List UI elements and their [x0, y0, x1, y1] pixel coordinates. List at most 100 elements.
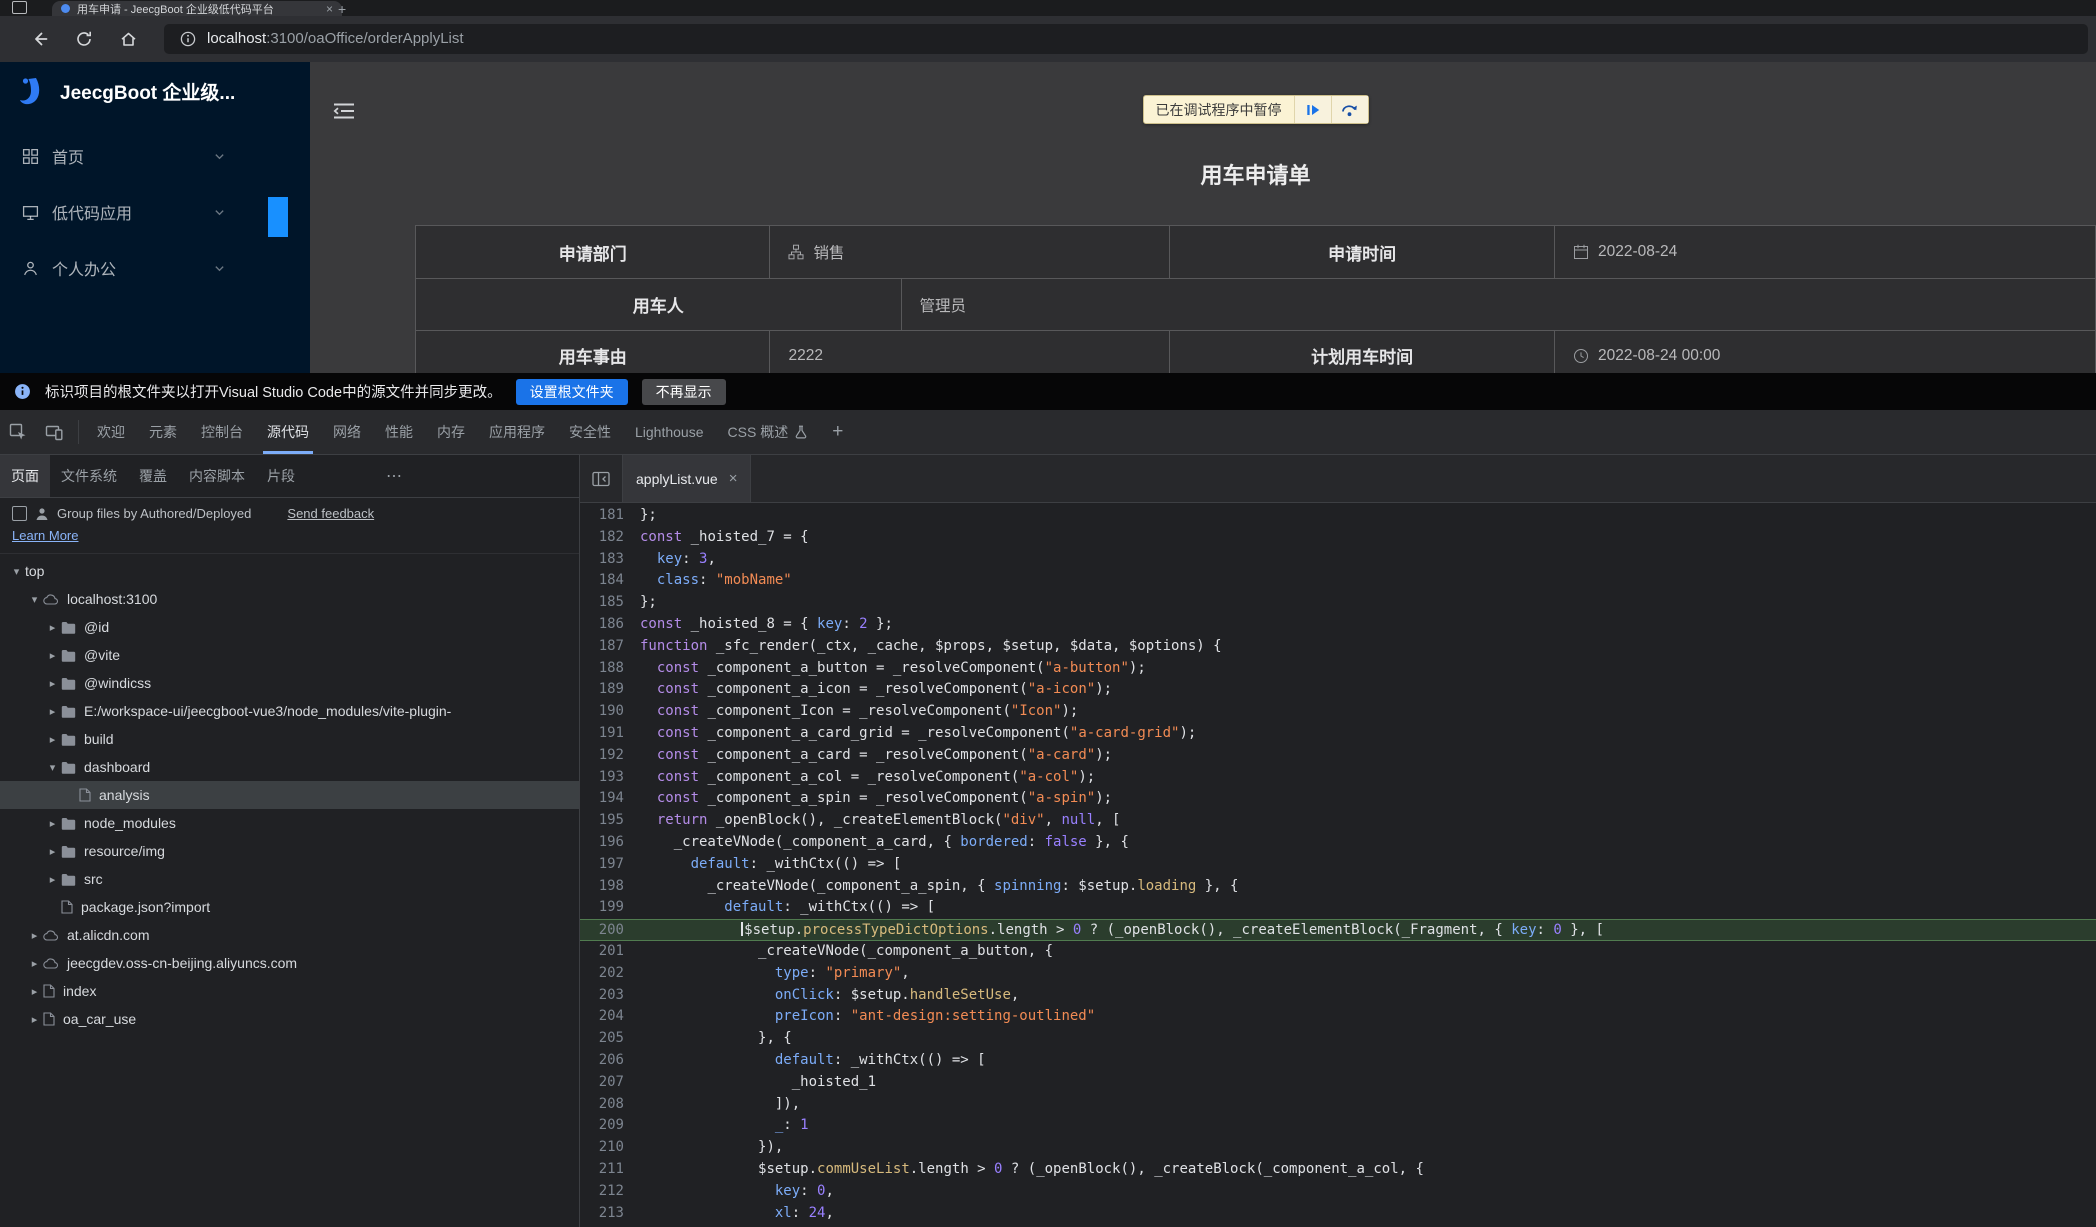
close-icon[interactable]: × — [729, 470, 738, 487]
home-icon[interactable] — [106, 22, 150, 56]
tree-item[interactable]: ▸ E:/workspace-ui/jeecgboot-vue3/node_mod… — [0, 697, 579, 725]
tree-item[interactable]: package.json?import — [0, 893, 579, 921]
code-line[interactable]: 205 }, { — [580, 1028, 2096, 1050]
code-line[interactable]: 194 const _component_a_spin = _resolveCo… — [580, 788, 2096, 810]
code-line[interactable]: 212 key: 0, — [580, 1181, 2096, 1203]
new-tab-button[interactable]: + — [338, 2, 346, 16]
more-tools-button[interactable]: + — [820, 421, 855, 443]
code-line[interactable]: 196 _createVNode(_component_a_card, { bo… — [580, 832, 2096, 854]
code-line[interactable]: 183 key: 3, — [580, 549, 2096, 571]
tree-item[interactable]: ▸ resource/img — [0, 837, 579, 865]
expander-icon[interactable]: ▸ — [26, 957, 43, 970]
form-value-cell[interactable]: 管理员 — [901, 279, 2096, 331]
expander-icon[interactable]: ▸ — [26, 929, 43, 942]
code-line[interactable]: 185}; — [580, 592, 2096, 614]
code-line[interactable]: 193 const _component_a_col = _resolveCom… — [580, 767, 2096, 789]
code-line[interactable]: 181}; — [580, 505, 2096, 527]
code-line[interactable]: 204 preIcon: "ant-design:setting-outline… — [580, 1006, 2096, 1028]
browser-menu-icon[interactable] — [12, 1, 27, 14]
sidebar-item-personal-office[interactable]: 个人办公 — [0, 244, 310, 292]
expander-icon[interactable]: ▾ — [44, 761, 61, 774]
tree-item[interactable]: ▸ @id — [0, 613, 579, 641]
code-line[interactable]: 208 ]), — [580, 1094, 2096, 1116]
devtools-tab-css-overview[interactable]: CSS 概述 — [716, 410, 821, 454]
devtools-tab-security[interactable]: 安全性 — [557, 410, 623, 454]
code-line[interactable]: 203 onClick: $setup.handleSetUse, — [580, 985, 2096, 1007]
code-line[interactable]: 213 xl: 24, — [580, 1203, 2096, 1225]
expander-icon[interactable]: ▸ — [44, 705, 61, 718]
site-info-icon[interactable] — [180, 31, 196, 47]
code-line[interactable]: 188 const _component_a_button = _resolve… — [580, 658, 2096, 680]
inspect-element-icon[interactable] — [0, 423, 36, 441]
code-editor[interactable]: 181}; 182 const _hoisted_7 = {183 key: 3, 1… — [580, 503, 2096, 1227]
code-line[interactable]: 206 default: _withCtx(() => [ — [580, 1050, 2096, 1072]
expander-icon[interactable]: ▸ — [44, 621, 61, 634]
learn-more-link[interactable]: Learn More — [12, 528, 78, 543]
tree-item[interactable]: ▸ at.alicdn.com — [0, 921, 579, 949]
code-line[interactable]: 209 _: 1 — [580, 1115, 2096, 1137]
code-line[interactable]: 201 _createVNode(_component_a_button, { — [580, 941, 2096, 963]
devtools-tab-network[interactable]: 网络 — [321, 410, 373, 454]
navigator-tab-filesystem[interactable]: 文件系统 — [50, 455, 128, 497]
sidebar-item-lowcode[interactable]: 低代码应用 — [0, 188, 310, 236]
menu-unfold-icon[interactable] — [332, 100, 356, 127]
expander-icon[interactable]: ▸ — [44, 733, 61, 746]
code-line[interactable]: 189 const _component_a_icon = _resolveCo… — [580, 679, 2096, 701]
expander-icon[interactable]: ▸ — [44, 845, 61, 858]
tree-item[interactable]: ▸ @windicss — [0, 669, 579, 697]
expander-icon[interactable]: ▸ — [26, 985, 43, 998]
devtools-tab-application[interactable]: 应用程序 — [477, 410, 557, 454]
code-line[interactable]: 207 _hoisted_1 — [580, 1072, 2096, 1094]
code-line[interactable]: 197 default: _withCtx(() => [ — [580, 854, 2096, 876]
expander-icon[interactable]: ▸ — [44, 677, 61, 690]
tree-item[interactable]: ▸ build — [0, 725, 579, 753]
tree-item[interactable]: ▾ localhost:3100 — [0, 585, 579, 613]
tree-item[interactable]: ▸ oa_car_use — [0, 1005, 579, 1033]
expander-icon[interactable]: ▾ — [8, 565, 25, 578]
expander-icon[interactable]: ▸ — [44, 873, 61, 886]
form-value-cell[interactable]: 2022-08-24 00:00 — [1555, 331, 2096, 373]
tree-item[interactable]: analysis — [0, 781, 579, 809]
code-line[interactable]: 184 class: "mobName" — [580, 570, 2096, 592]
form-value-cell[interactable]: 销售 — [770, 226, 1171, 279]
code-line[interactable]: 187 function _sfc_render(_ctx, _cache, $p… — [580, 636, 2096, 658]
sidebar-item-home[interactable]: 首页 — [0, 132, 310, 180]
refresh-icon[interactable] — [62, 22, 106, 56]
devtools-tab-console[interactable]: 控制台 — [189, 410, 255, 454]
expander-icon[interactable]: ▾ — [26, 593, 43, 606]
expander-icon[interactable]: ▸ — [44, 649, 61, 662]
devtools-tab-memory[interactable]: 内存 — [425, 410, 477, 454]
dismiss-button[interactable]: 不再显示 — [641, 378, 726, 405]
tree-item[interactable]: ▸ src — [0, 865, 579, 893]
code-line[interactable]: 211 $setup.commUseList.length > 0 ? (_op… — [580, 1159, 2096, 1181]
form-value-cell[interactable]: 2222 — [770, 331, 1171, 373]
devtools-tab-elements[interactable]: 元素 — [137, 410, 189, 454]
code-line[interactable]: 182 const _hoisted_7 = { — [580, 527, 2096, 549]
tree-item[interactable]: ▾ top — [0, 557, 579, 585]
resume-script-button[interactable] — [1293, 96, 1331, 123]
code-line[interactable]: 198 _createVNode(_component_a_spin, { sp… — [580, 876, 2096, 898]
code-line[interactable]: 195 return _openBlock(), _createElementB… — [580, 810, 2096, 832]
code-line[interactable]: 199 default: _withCtx(() => [ — [580, 897, 2096, 919]
code-line[interactable]: 210 }), — [580, 1137, 2096, 1159]
devtools-tab-performance[interactable]: 性能 — [373, 410, 425, 454]
url-bar[interactable]: localhost:3100/oaOffice/orderApplyList — [164, 24, 2088, 54]
editor-tab-applylist[interactable]: applyList.vue × — [623, 455, 752, 502]
navigator-tab-page[interactable]: 页面 — [0, 455, 50, 497]
group-files-checkbox[interactable] — [12, 506, 27, 521]
tree-item[interactable]: ▸ jeecgdev.oss-cn-beijing.aliyuncs.com — [0, 949, 579, 977]
code-line[interactable]: 200 $setup.processTypeDictOptions.length… — [580, 919, 2096, 941]
devtools-tab-lighthouse[interactable]: Lighthouse — [623, 410, 716, 454]
tree-item[interactable]: ▸ @vite — [0, 641, 579, 669]
tree-item[interactable]: ▾ dashboard — [0, 753, 579, 781]
code-line[interactable]: 191 const _component_a_card_grid = _reso… — [580, 723, 2096, 745]
navigator-tab-content-scripts[interactable]: 内容脚本 — [178, 455, 256, 497]
step-over-button[interactable] — [1330, 96, 1368, 123]
expander-icon[interactable]: ▸ — [26, 1013, 43, 1026]
close-icon[interactable]: × — [326, 3, 333, 15]
set-root-folder-button[interactable]: 设置根文件夹 — [515, 378, 628, 405]
code-line[interactable]: 192 const _component_a_card = _resolveCo… — [580, 745, 2096, 767]
expander-icon[interactable]: ▸ — [44, 817, 61, 830]
code-line[interactable]: 202 type: "primary", — [580, 963, 2096, 985]
devtools-tab-welcome[interactable]: 欢迎 — [85, 410, 137, 454]
